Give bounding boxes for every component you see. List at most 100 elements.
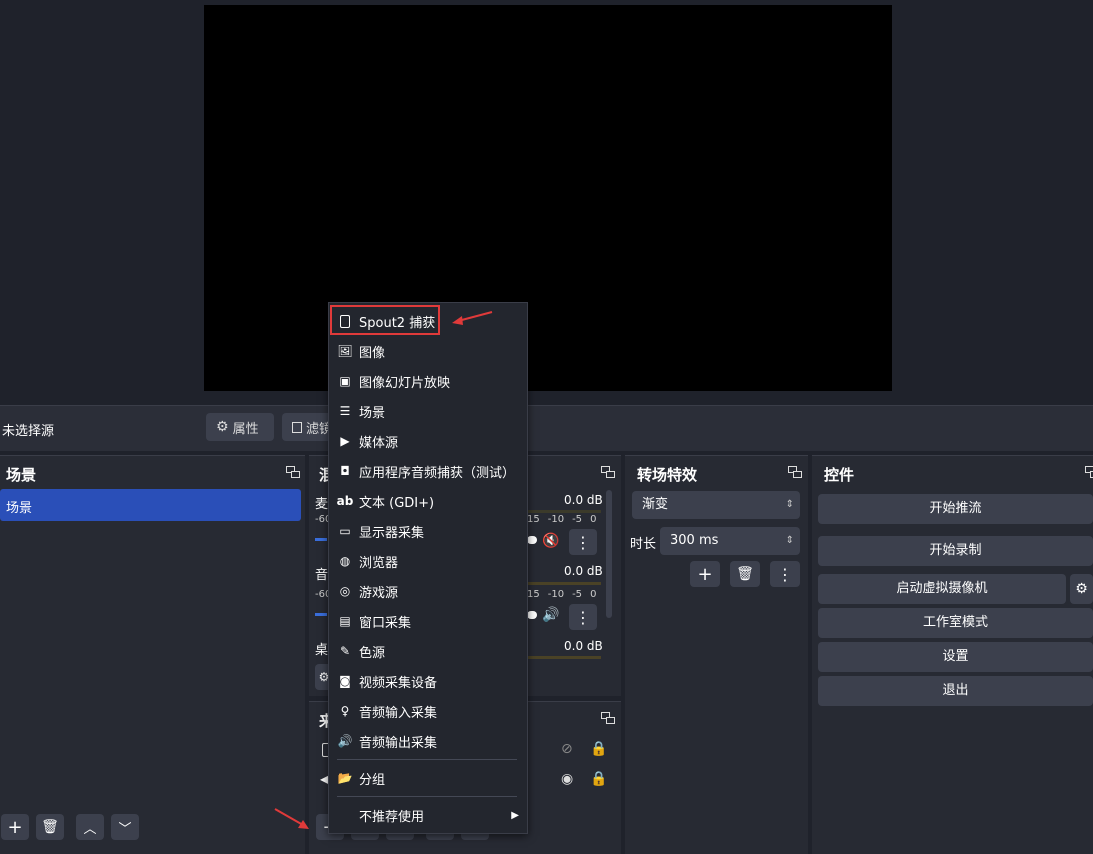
brush-icon: ✎ — [339, 644, 351, 658]
volume-slider-handle[interactable] — [527, 611, 537, 619]
controls-title: 控件 — [824, 466, 855, 484]
mixer-scale: 15 -10 -5 0 — [527, 514, 597, 525]
folder-icon: 📂 — [337, 771, 353, 785]
menu-item-app-audio-capture[interactable]: ◘ 应用程序音频捕获（测试） — [329, 456, 527, 486]
menu-item-browser[interactable]: ◍ 浏览器 — [329, 546, 527, 576]
chevron-up-icon: ︿ — [83, 821, 97, 837]
start-streaming-button[interactable]: 开始推流 — [818, 494, 1093, 524]
mixer-db-value: 0.0 dB — [564, 564, 603, 578]
lock-icon[interactable]: 🔒 — [590, 741, 607, 757]
eye-icon[interactable]: ◉ — [561, 771, 573, 787]
menu-item-deprecated[interactable]: 不推荐使用 ▶ — [329, 800, 527, 830]
volume-meter — [527, 510, 601, 513]
more-options-button[interactable]: ⋮ — [569, 529, 597, 555]
annotation-arrow — [452, 311, 493, 325]
menu-item-image[interactable]: 🖼 图像 — [329, 336, 527, 366]
play-icon: ▶ — [340, 434, 350, 448]
menu-item-game-capture[interactable]: ◎ 游戏源 — [329, 576, 527, 606]
volume-slider-handle[interactable] — [527, 536, 537, 544]
no-source-label: 未选择源 — [2, 424, 55, 439]
more-options-button[interactable]: ⋮ — [569, 604, 597, 630]
mixer-channel-label: 麦 — [315, 497, 329, 512]
undock-icon[interactable] — [601, 466, 615, 478]
duration-label: 时长 — [630, 537, 657, 552]
transition-options-button[interactable]: ⋮ — [770, 561, 800, 587]
kebab-icon: ⋮ — [777, 564, 793, 584]
image-icon: 🖼 — [337, 344, 353, 358]
add-source-context-menu: Spout2 捕获 🖼 图像 ▣ 图像幻灯片放映 ☰ 场景 ▶ 媒体源 ◘ 应用… — [328, 302, 528, 834]
scenes-title: 场景 — [6, 466, 37, 484]
mixer-scrollbar[interactable] — [606, 490, 612, 618]
mixer-scale: 15 -10 -5 0 — [527, 589, 597, 600]
properties-button[interactable]: ⚙ 属性 — [206, 413, 274, 441]
undock-icon[interactable] — [601, 712, 615, 724]
lock-icon[interactable]: 🔒 — [590, 771, 607, 787]
preview-canvas[interactable] — [204, 5, 892, 391]
app-audio-icon: ◘ — [340, 464, 350, 478]
kebab-icon: ⋮ — [575, 532, 591, 552]
updown-icon: ⇕ — [785, 499, 794, 510]
mixer-channel-label: 音 — [315, 568, 329, 583]
plus-icon: + — [7, 816, 23, 838]
volume-meter — [527, 656, 601, 659]
monitor-icon: ▭ — [339, 524, 351, 538]
menu-item-audio-input-capture[interactable]: ♀ 音频输入采集 — [329, 696, 527, 726]
list-icon: ☰ — [339, 404, 351, 418]
move-scene-up-button[interactable]: ︿ — [76, 814, 104, 840]
plus-icon: + — [697, 563, 713, 585]
mixer-db-value: 0.0 dB — [564, 639, 603, 653]
speaker-icon: 🔊 — [337, 734, 353, 748]
virtual-camera-settings-button[interactable]: ⚙ — [1070, 574, 1093, 604]
volume-meter — [315, 538, 327, 541]
gear-icon: ⚙ — [1075, 581, 1088, 597]
remove-transition-button[interactable]: 🗑 — [730, 561, 760, 587]
slideshow-icon: ▣ — [339, 374, 351, 388]
studio-mode-button[interactable]: 工作室模式 — [818, 608, 1093, 638]
muted-speaker-icon[interactable]: 🔇 — [542, 533, 559, 549]
remove-scene-button[interactable]: 🗑 — [36, 814, 64, 840]
menu-item-window-capture[interactable]: ▤ 窗口采集 — [329, 606, 527, 636]
start-virtual-camera-button[interactable]: 启动虚拟摄像机 — [818, 574, 1066, 604]
exit-button[interactable]: 退出 — [818, 676, 1093, 706]
menu-item-video-capture-device[interactable]: ◙ 视频采集设备 — [329, 666, 527, 696]
submenu-arrow-icon: ▶ — [511, 809, 519, 821]
undock-icon[interactable] — [286, 466, 300, 478]
spin-arrows-icon[interactable]: ⇕ — [786, 527, 794, 555]
menu-separator — [337, 759, 517, 760]
menu-item-text-gdi[interactable]: ab 文本 (GDI+) — [329, 486, 527, 516]
text-icon: ab — [336, 494, 354, 508]
start-recording-button[interactable]: 开始录制 — [818, 536, 1093, 566]
settings-button[interactable]: 设置 — [818, 642, 1093, 672]
annotation-arrow — [274, 808, 309, 829]
add-scene-button[interactable]: + — [1, 814, 29, 840]
menu-item-audio-output-capture[interactable]: 🔊 音频输出采集 — [329, 726, 527, 756]
transition-select[interactable]: 渐变 ⇕ — [632, 491, 800, 519]
undock-icon[interactable] — [1085, 466, 1093, 478]
move-scene-down-button[interactable]: ﹀ — [111, 814, 139, 840]
source-toolbar — [0, 405, 1093, 451]
volume-meter — [527, 582, 601, 585]
speaker-icon[interactable]: 🔊 — [542, 607, 559, 623]
menu-item-display-capture[interactable]: ▭ 显示器采集 — [329, 516, 527, 546]
filter-icon — [292, 421, 302, 433]
undock-icon[interactable] — [788, 466, 802, 478]
gamepad-icon: ◎ — [339, 584, 351, 598]
camera-icon: ◙ — [339, 674, 351, 688]
volume-meter — [315, 613, 327, 616]
trash-icon: 🗑 — [736, 566, 754, 582]
mixer-channel-label: 桌 — [315, 643, 329, 658]
menu-item-image-slideshow[interactable]: ▣ 图像幻灯片放映 — [329, 366, 527, 396]
add-transition-button[interactable]: + — [690, 561, 720, 587]
microphone-icon: ♀ — [340, 704, 350, 718]
transitions-title: 转场特效 — [637, 466, 698, 484]
menu-item-color-source[interactable]: ✎ 色源 — [329, 636, 527, 666]
window-icon: ▤ — [339, 614, 351, 628]
highlight-box — [330, 305, 440, 335]
menu-item-scene[interactable]: ☰ 场景 — [329, 396, 527, 426]
menu-item-media-source[interactable]: ▶ 媒体源 — [329, 426, 527, 456]
eye-hidden-icon[interactable]: ⊘ — [561, 741, 573, 757]
globe-icon: ◍ — [339, 554, 351, 568]
scene-list-item[interactable]: 场景 — [0, 489, 301, 521]
duration-spinbox[interactable]: 300 ms ⇕ — [660, 527, 800, 555]
menu-item-group[interactable]: 📂 分组 — [329, 763, 527, 793]
